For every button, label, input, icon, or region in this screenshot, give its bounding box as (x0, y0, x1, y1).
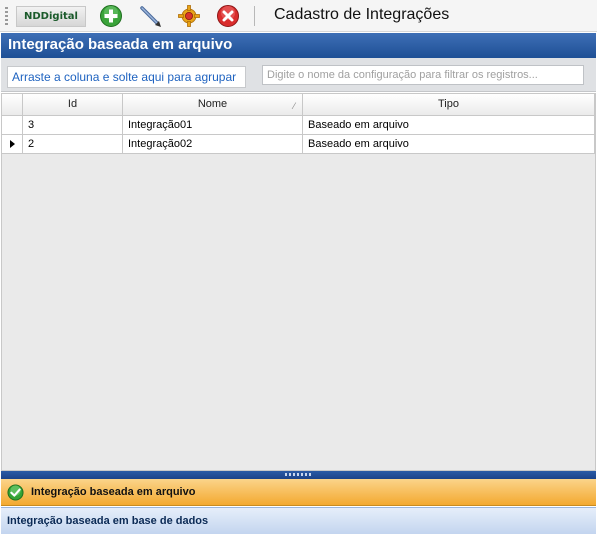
panel-splitter[interactable] (1, 471, 596, 479)
nav-item-base-de-dados-label: Integração baseada em base de dados (7, 515, 209, 527)
delete-button[interactable] (216, 4, 240, 28)
table-row[interactable]: 3 Integração01 Baseado em arquivo (2, 116, 595, 135)
toolbar-grip[interactable] (5, 7, 8, 25)
cell-nome[interactable]: Integração01 (123, 116, 303, 135)
cell-id[interactable]: 2 (23, 135, 123, 154)
column-header-tipo[interactable]: Tipo (303, 94, 595, 116)
add-button[interactable] (99, 4, 123, 28)
add-icon (100, 5, 122, 27)
edit-pencil-icon (140, 6, 161, 27)
checkmark-icon (7, 484, 24, 501)
toolbar: NDDigital Cadastro de Integrações (0, 0, 597, 32)
nav-item-arquivo-label: Integração baseada em arquivo (31, 486, 196, 498)
grid-header-row: Id Nome ⁄ Tipo (2, 94, 595, 116)
filter-input[interactable] (262, 65, 584, 85)
delete-icon (217, 5, 239, 27)
group-panel: Arraste a coluna e solte aqui para agrup… (1, 58, 596, 92)
page-title: Cadastro de Integrações (274, 6, 450, 23)
cell-id[interactable]: 3 (23, 116, 123, 135)
row-indicator[interactable] (2, 135, 23, 154)
nav-item-base-de-dados[interactable]: Integração baseada em base de dados (1, 507, 596, 534)
cell-nome[interactable]: Integração02 (123, 135, 303, 154)
ndd-logo: NDDigital (16, 6, 86, 27)
cell-tipo[interactable]: Baseado em arquivo (303, 116, 595, 135)
gear-icon (178, 5, 200, 27)
sort-indicator-icon: ⁄ (293, 101, 295, 111)
toolbar-separator (254, 6, 255, 26)
row-indicator[interactable] (2, 116, 23, 135)
settings-button[interactable] (177, 4, 201, 28)
column-header-id[interactable]: Id (23, 94, 123, 116)
column-header-nome[interactable]: Nome ⁄ (123, 94, 303, 116)
splitter-grip (285, 473, 313, 476)
group-by-drop-area[interactable]: Arraste a coluna e solte aqui para agrup… (7, 66, 246, 88)
section-title: Integração baseada em arquivo (1, 33, 596, 58)
row-indicator-header (2, 94, 23, 116)
data-grid: Id Nome ⁄ Tipo 3 Integração01 Baseado em… (1, 93, 596, 471)
nav-item-arquivo[interactable]: Integração baseada em arquivo (1, 479, 596, 506)
current-row-arrow-icon (10, 140, 15, 148)
column-header-nome-label: Nome (197, 98, 228, 110)
edit-button[interactable] (138, 4, 162, 28)
table-row[interactable]: 2 Integração02 Baseado em arquivo (2, 135, 595, 154)
cell-tipo[interactable]: Baseado em arquivo (303, 135, 595, 154)
